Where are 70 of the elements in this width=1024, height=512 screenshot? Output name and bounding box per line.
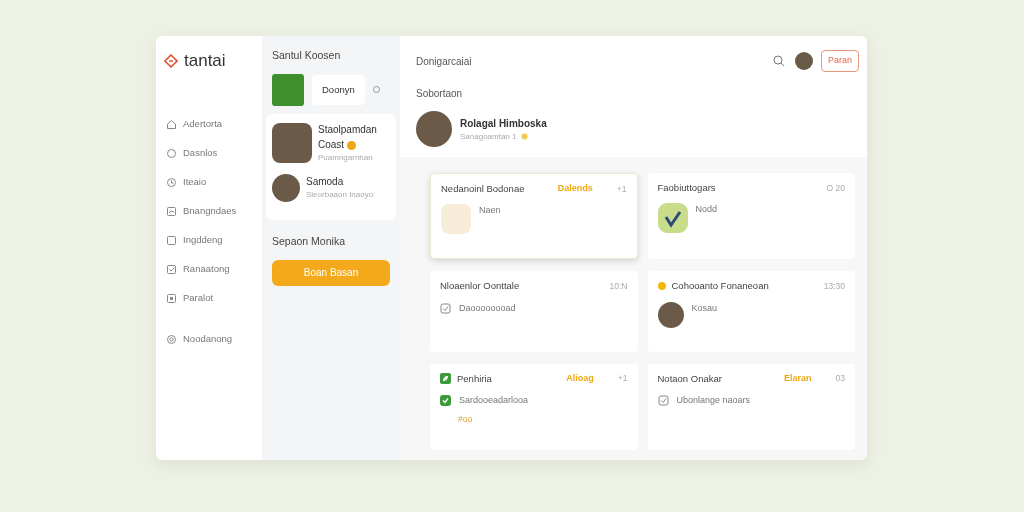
task-card[interactable]: Cohooanto Fonaneoan 13:30 Kosau [647,271,855,352]
card-text: Sardooeadarlooa [459,393,529,407]
card-text: Ubonlange naoars [676,393,751,407]
card-title: Penhiria [457,371,493,386]
card-note: #oo [458,413,474,426]
task-card[interactable]: Faobiuttogars O 20 Nodd [647,173,855,260]
leaf-icon [440,373,451,385]
checkbox-icon [440,302,451,314]
avatar [272,122,312,163]
status-tag: Dalends [557,182,593,196]
card-title: Nedanoinl Bodonae [441,182,526,196]
sidebar-item[interactable]: Noodanong [164,324,254,354]
sidebar-item[interactable]: Adertorta [164,109,254,139]
avatar [272,173,300,202]
avatar [657,301,684,328]
page-title: Donigarcaiai [416,54,473,69]
card-title: Faobiuttogars [657,181,717,195]
diamond-logo-icon [164,53,178,68]
profile-subtitle: Sanagoamtan 1 [460,130,517,143]
sidebar-item[interactable]: Dasnlos [164,138,254,168]
sidebar-item[interactable]: Ranaatong [164,254,254,284]
header-button[interactable]: Paran [820,50,859,72]
card-meta: 03 [835,372,845,385]
search-icon[interactable] [772,55,785,67]
task-card[interactable]: Nloaenlor Oonttale 10:N Daoooooooad [430,271,638,352]
profile-name: Rolagal Himboska [460,116,547,131]
checkbox-icon [166,263,177,275]
card-meta: +1 [617,372,628,385]
card-meta: +1 [616,182,627,196]
person-subtitle: Puamngarnhan [318,151,374,164]
house-icon [166,118,177,130]
panel-title: Santul Koosen [272,48,342,63]
card-text: Daoooooooad [459,301,516,315]
chart-icon [166,205,177,217]
task-card[interactable]: Notaon Onakar Elaran 03 Ubonlange naoars [647,363,855,450]
photo-label[interactable]: Doonyn [312,74,365,105]
card-title: Nloaenlor Oonttale [440,279,521,294]
card-text: Naen [479,204,501,218]
avatar [416,111,452,147]
section-title: Sepaon Monika [272,233,346,249]
sidebar-item[interactable]: Iteaio [164,167,254,197]
card-meta: O 20 [826,181,845,195]
task-card[interactable]: Nedanoinl Bodonae Dalends +1 Naen [430,173,638,260]
person-subtitle: Sleorbaaon Inaoyo [306,189,374,202]
avatar[interactable] [794,52,813,70]
checkbox-icon [657,395,669,406]
task-card[interactable]: Penhiria Alioag +1 Sardooeadarlooa #oo [430,363,638,450]
card-title: Cohooanto Fonaneoan [671,279,770,294]
gear-icon [166,333,177,345]
clock-icon [166,176,177,188]
card-text: Nodd [695,203,717,217]
status-tag: Elaran [784,371,812,386]
sidebar-item[interactable]: Bnangndaes [164,196,254,226]
sidebar-item[interactable]: Ingddeng [164,225,254,255]
checkmark-app-icon [657,203,688,234]
brand-name: tantai [184,50,226,72]
card-title: Notaon Onakar [657,371,723,386]
card-meta: 10:N [609,280,628,293]
check-icon [440,395,451,406]
circle-icon [166,147,177,159]
card-meta: 13:30 [823,280,845,293]
status-tag: Alioag [566,371,594,386]
card-text: Kosau [691,301,718,315]
person-name: Samoda [306,175,345,190]
person-name: Staolpamdan Coast [318,122,378,152]
sidebar-item[interactable]: Paralot [164,283,254,313]
calendar-icon [166,292,177,304]
section-label: Sobortaon [416,87,464,101]
square-icon [166,234,177,246]
photo-placeholder [272,73,304,106]
